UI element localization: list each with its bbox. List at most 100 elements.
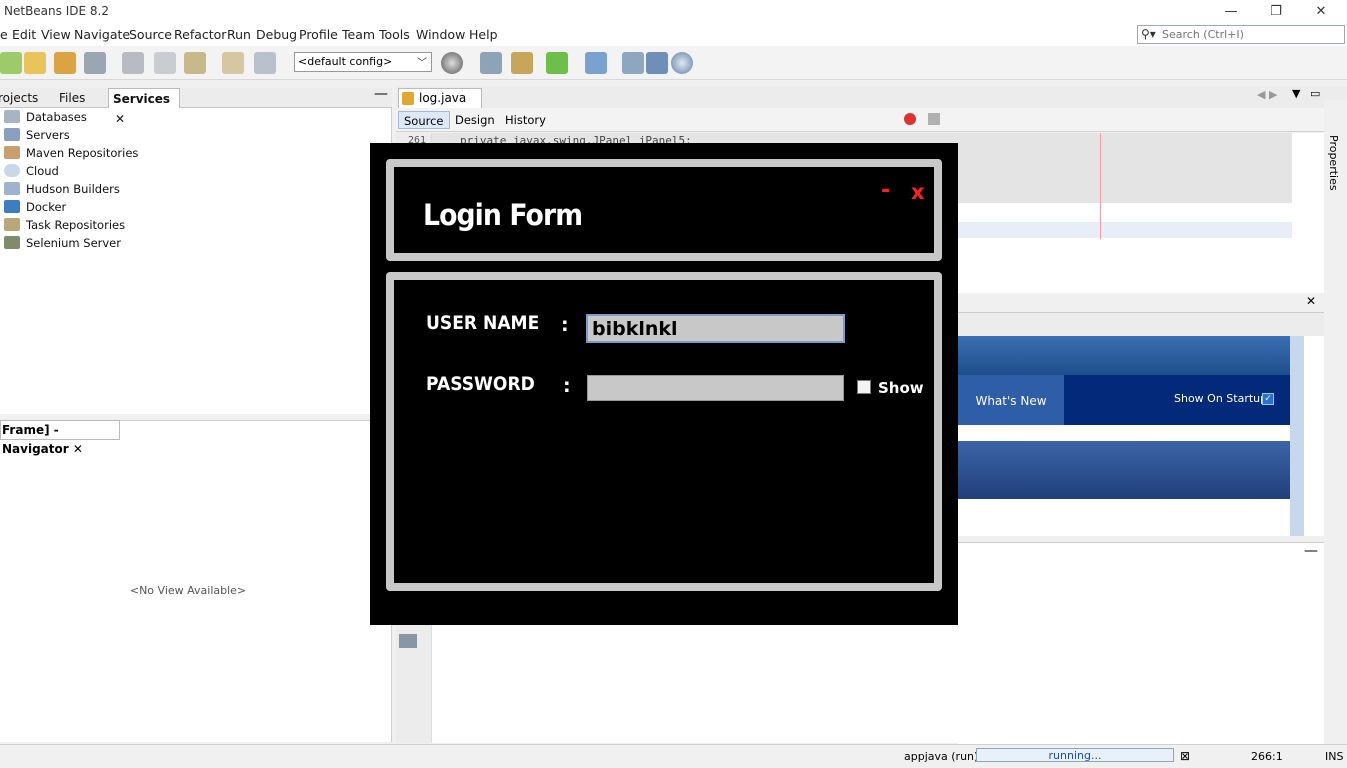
run-icon[interactable]: [546, 52, 568, 74]
menu-source[interactable]: Source: [129, 27, 172, 42]
login-close-button[interactable]: x: [911, 180, 925, 204]
minimize-button[interactable]: —: [1216, 2, 1246, 22]
menu-window[interactable]: Window: [416, 27, 465, 42]
new-project-icon[interactable]: [24, 52, 46, 74]
navigator-panel: [0, 420, 392, 742]
config-value: <default config>: [298, 55, 393, 68]
service-label: Maven Repositories: [26, 146, 139, 160]
profile-icon[interactable]: [622, 52, 644, 74]
file-tab-label: log.java: [419, 91, 467, 105]
tab-history[interactable]: History: [500, 111, 551, 129]
cloud-icon: [4, 164, 20, 177]
menu-debug[interactable]: Debug: [256, 27, 297, 42]
menu-help[interactable]: Help: [469, 27, 498, 42]
redo-icon[interactable]: [254, 52, 276, 74]
new-file-icon[interactable]: [0, 52, 22, 74]
output-header: ✕: [958, 293, 1324, 313]
paste-icon[interactable]: [184, 52, 206, 74]
show-password-checkbox[interactable]: [857, 380, 871, 394]
tab-projects[interactable]: rojects: [0, 88, 42, 108]
copy-icon[interactable]: [154, 52, 176, 74]
start-page-banner: [958, 441, 1290, 499]
menu-edit[interactable]: Edit: [12, 27, 36, 42]
task-repository-icon: [4, 218, 20, 231]
start-page-scrollbar[interactable]: [1290, 336, 1304, 536]
open-project-icon[interactable]: [54, 52, 76, 74]
menu-team[interactable]: Team: [342, 27, 375, 42]
database-icon: [4, 110, 20, 123]
service-hudson[interactable]: Hudson Builders: [4, 180, 120, 198]
right-margin-line: [1100, 133, 1101, 239]
editor-lower-area: [432, 625, 1308, 743]
cancel-task-icon[interactable]: ⊠: [1180, 749, 1190, 763]
tab-services-label: Services: [113, 92, 171, 106]
tab-design[interactable]: Design: [450, 111, 500, 129]
service-label: Task Repositories: [26, 218, 126, 232]
panel-minimize-icon[interactable]: —: [374, 86, 388, 102]
tab-navigator[interactable]: Frame] - Navigator ✕: [0, 420, 120, 456]
service-label: Selenium Server: [26, 236, 121, 250]
menu-refactor[interactable]: Refactor: [174, 27, 226, 42]
login-minimize-button[interactable]: -: [881, 178, 890, 203]
browser-globe-icon[interactable]: [441, 52, 463, 74]
record-macro-icon[interactable]: [904, 113, 916, 125]
window-titlebar: NetBeans IDE 8.2 — ❐ ✕: [0, 0, 1347, 24]
service-label: Hudson Builders: [26, 182, 120, 196]
clean-build-icon[interactable]: [511, 52, 533, 74]
properties-tab[interactable]: Properties: [1327, 135, 1340, 191]
password-input[interactable]: [587, 375, 844, 401]
menu-navigate[interactable]: Navigate: [74, 27, 130, 42]
tools-icon[interactable]: [399, 634, 417, 648]
username-label: USER NAME: [426, 312, 540, 334]
whats-new-tab[interactable]: What's New: [958, 375, 1064, 425]
tab-list-icon[interactable]: ▼: [1292, 87, 1300, 100]
menu-profile[interactable]: Profile: [299, 27, 338, 42]
window-close-button[interactable]: ✕: [1306, 2, 1336, 22]
service-task-repos[interactable]: Task Repositories: [4, 216, 125, 234]
show-on-startup-label: Show On Startup: [1174, 392, 1268, 405]
tab-services[interactable]: Services ✕: [108, 88, 180, 126]
service-selenium[interactable]: Selenium Server: [4, 234, 121, 252]
maximize-button[interactable]: ❐: [1261, 2, 1291, 22]
service-docker[interactable]: Docker: [4, 198, 66, 216]
close-icon[interactable]: ✕: [1306, 294, 1316, 308]
cut-icon[interactable]: [122, 52, 144, 74]
window-title: NetBeans IDE 8.2: [4, 4, 109, 18]
search-box[interactable]: ⚲▾: [1137, 25, 1345, 44]
attach-debugger-icon[interactable]: [646, 52, 668, 74]
editor-tabs-bar: ◀ ▶ ▼ ▭: [396, 86, 1347, 108]
tab-files[interactable]: Files: [55, 88, 89, 108]
tab-log-java[interactable]: log.java ✕: [398, 88, 482, 124]
undo-icon[interactable]: [222, 52, 244, 74]
save-all-icon[interactable]: [84, 52, 106, 74]
panel-minimize-icon[interactable]: —: [1304, 543, 1318, 559]
tab-close-icon[interactable]: ✕: [73, 442, 83, 456]
login-title: Login Form: [423, 198, 583, 232]
profiler-gauge-icon[interactable]: [671, 52, 693, 74]
service-cloud[interactable]: Cloud: [4, 162, 59, 180]
menu-view[interactable]: View: [41, 27, 71, 42]
service-maven[interactable]: Maven Repositories: [4, 144, 138, 162]
show-password-label: Show: [878, 379, 924, 397]
service-label: Cloud: [26, 164, 59, 178]
username-colon: :: [561, 314, 569, 336]
menu-tools[interactable]: Tools: [379, 27, 410, 42]
service-databases[interactable]: Databases: [4, 108, 87, 126]
stop-macro-icon[interactable]: [928, 113, 940, 125]
menu-run[interactable]: Run: [227, 27, 251, 42]
debug-icon[interactable]: [585, 52, 607, 74]
maximize-editor-icon[interactable]: ▭: [1310, 87, 1320, 100]
menu-file[interactable]: e: [0, 27, 8, 42]
build-hammer-icon[interactable]: [480, 52, 502, 74]
service-servers[interactable]: Servers: [4, 126, 70, 144]
show-on-startup-checkbox[interactable]: ✓: [1262, 393, 1274, 405]
search-input[interactable]: [1162, 27, 1342, 42]
tab-source[interactable]: Source: [398, 111, 450, 129]
scroll-left-icon[interactable]: ◀ ▶: [1257, 88, 1277, 101]
chevron-down-icon: ﹀: [417, 58, 427, 69]
config-dropdown[interactable]: <default config> ﹀: [294, 52, 432, 72]
selenium-icon: [4, 236, 20, 249]
run-progress-bar[interactable]: running...: [976, 748, 1174, 762]
username-input[interactable]: [586, 314, 845, 343]
tab-close-icon[interactable]: ✕: [115, 112, 125, 126]
